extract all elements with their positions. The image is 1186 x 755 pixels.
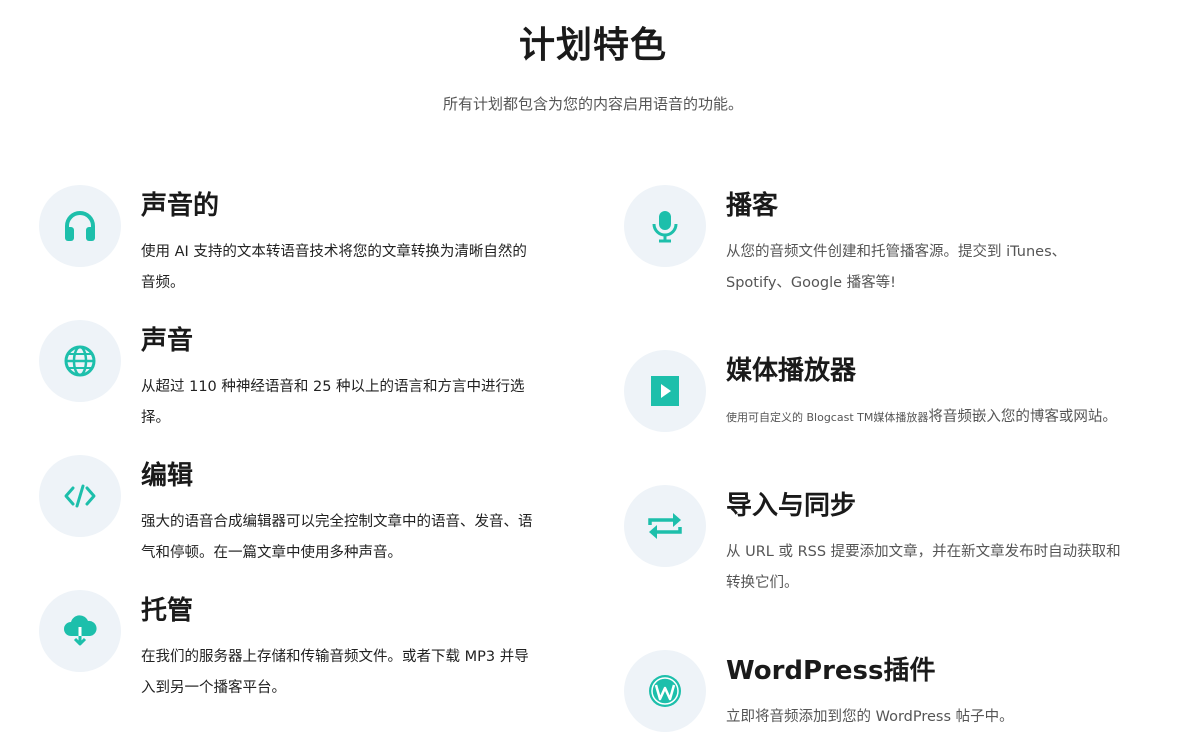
feature-description: 从 URL 或 RSS 提要添加文章，并在新文章发布时自动获取和转换它们。 (726, 544, 1121, 591)
play-icon (624, 350, 706, 432)
feature-title: 声音 (141, 326, 194, 356)
microphone-icon (624, 185, 706, 267)
feature-description: 使用可自定义的 Blogcast TM媒体播放器将音频嵌入您的博客或网站。 (726, 402, 1126, 433)
feature-title: 播客 (726, 191, 779, 221)
sync-arrows-icon (624, 485, 706, 567)
headphones-icon (39, 185, 121, 267)
page-title: 计划特色 (518, 25, 667, 66)
feature-description: 从超过 110 种神经语音和 25 种以上的语言和方言中进行选择。 (141, 379, 525, 426)
feature-description: 在我们的服务器上存储和传输音频文件。或者下载 MP3 并导入到另一个播客平台。 (141, 649, 529, 696)
feature-description: 强大的语音合成编辑器可以完全控制文章中的语音、发音、语气和停顿。在一篇文章中使用… (141, 514, 533, 561)
feature-title: 托管 (141, 596, 194, 626)
feature-description: 使用 AI 支持的文本转语音技术将您的文章转换为清晰自然的音频。 (141, 244, 527, 291)
feature-description-small: 使用可自定义的 Blogcast TM媒体播放器 (726, 411, 929, 424)
wordpress-icon (624, 650, 706, 732)
code-icon (39, 455, 121, 537)
globe-icon (39, 320, 121, 402)
cloud-download-icon (39, 590, 121, 672)
feature-title: WordPress插件 (726, 656, 936, 686)
feature-description-main: 将音频嵌入您的博客或网站。 (928, 409, 1117, 425)
feature-title: 导入与同步 (726, 491, 857, 521)
feature-title: 声音的 (141, 191, 220, 221)
feature-description: 立即将音频添加到您的 WordPress 帖子中。 (726, 709, 1014, 725)
feature-description: 从您的音频文件创建和托管播客源。提交到 iTunes、Spotify、Googl… (726, 244, 1067, 291)
feature-title: 编辑 (141, 461, 194, 491)
feature-title: 媒体播放器 (726, 356, 857, 386)
page-subtitle: 所有计划都包含为您的内容启用语音的功能。 (442, 95, 743, 113)
